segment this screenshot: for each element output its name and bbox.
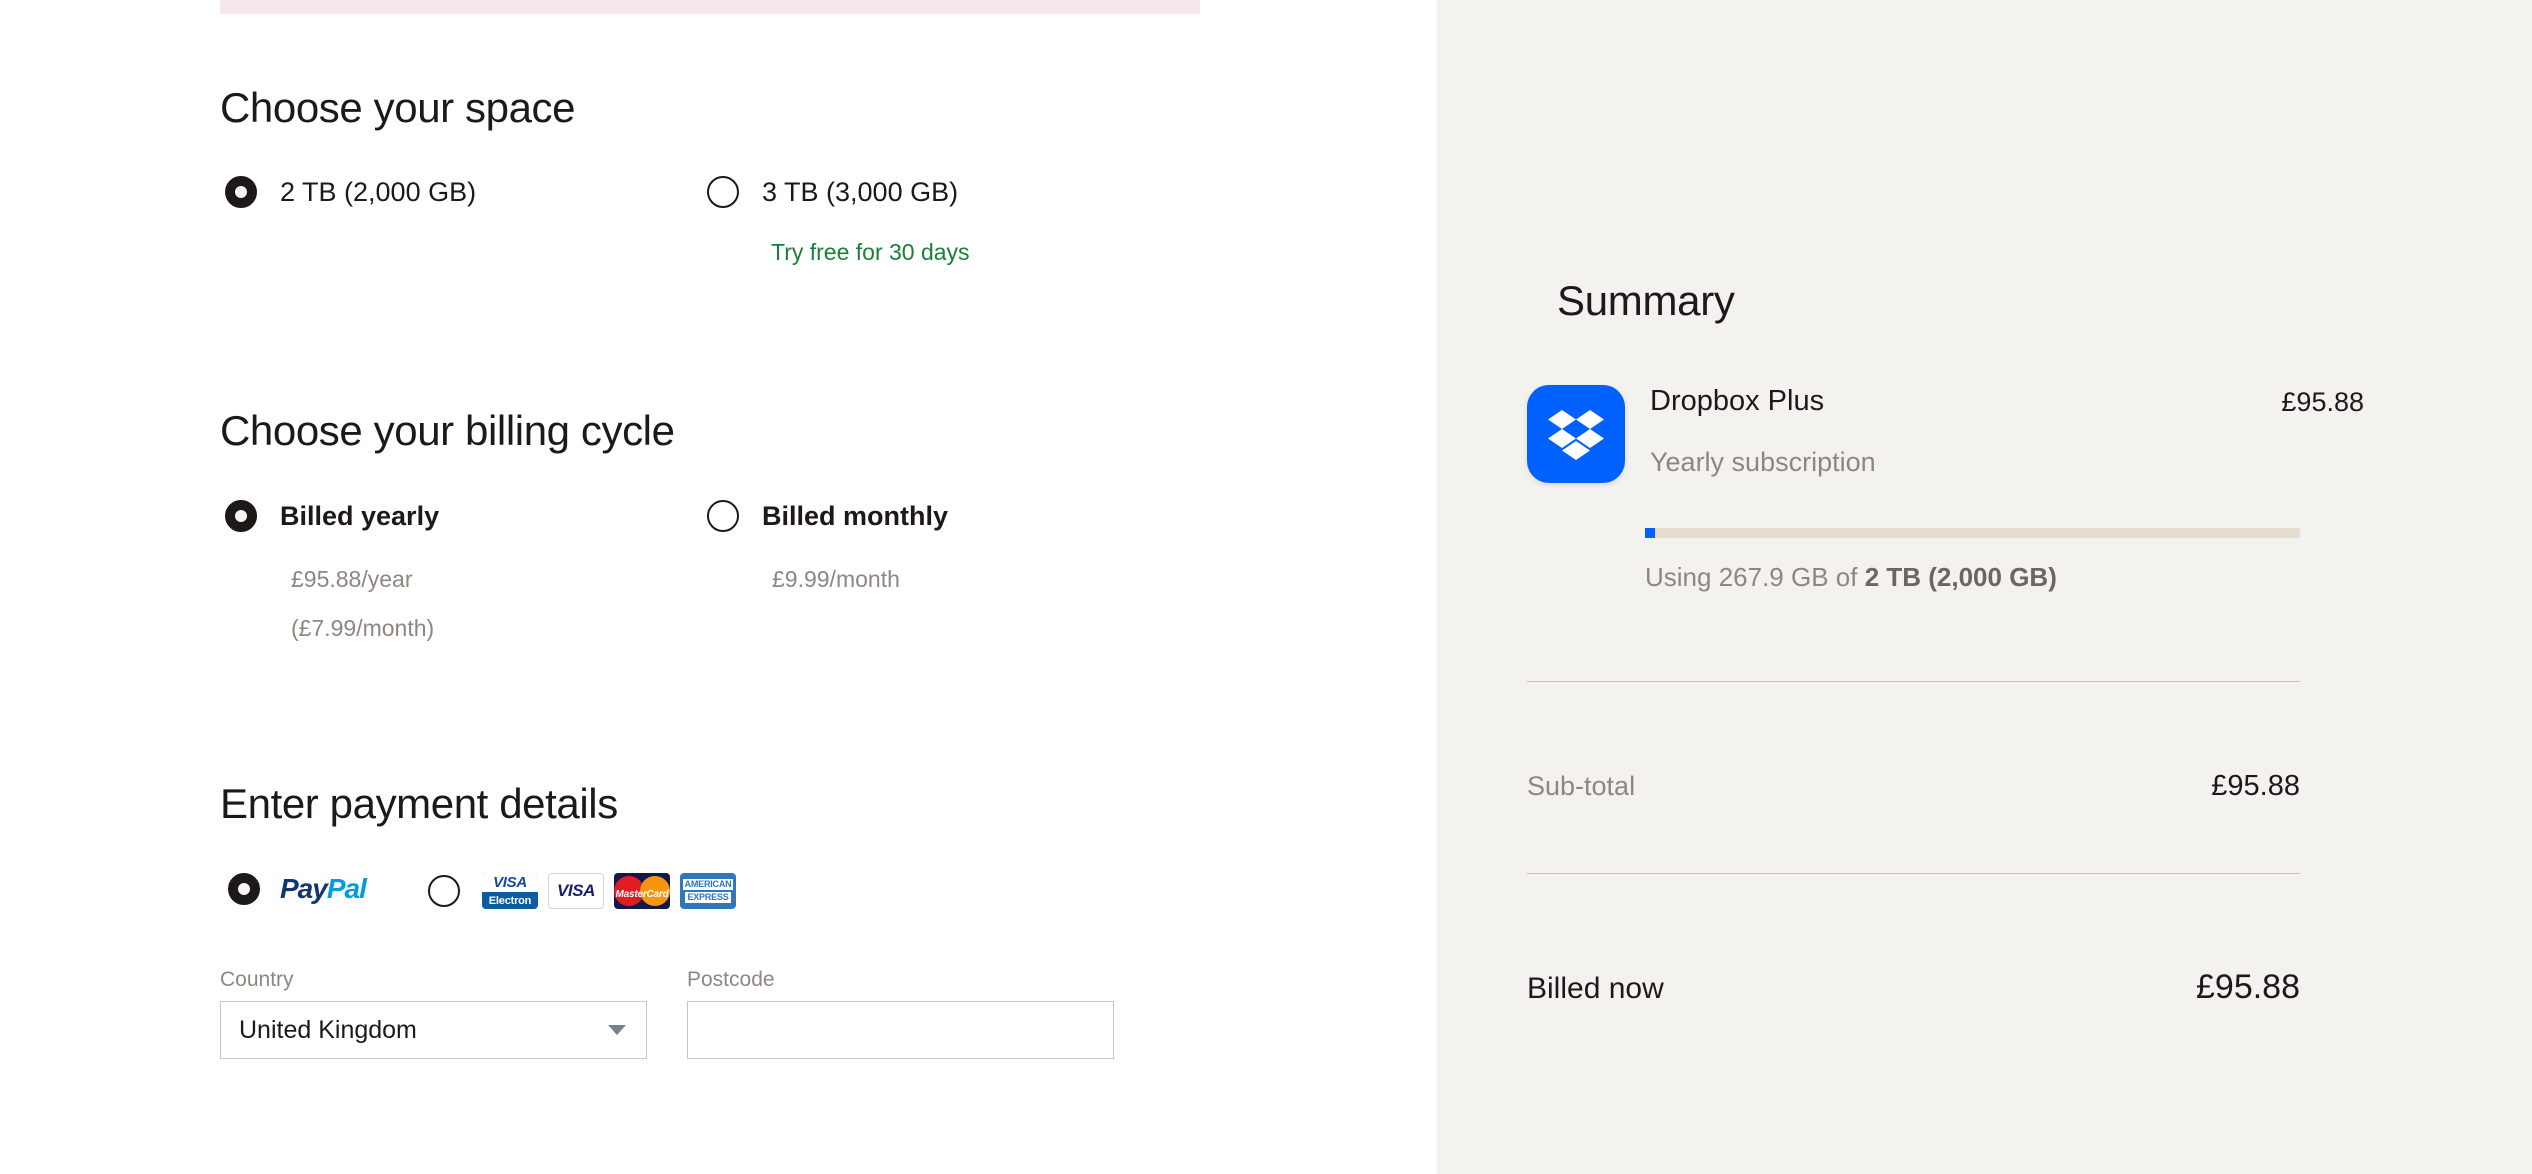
summary-row-billed-now-value: £95.88 [2196, 968, 2300, 1006]
summary-row-billed-now: Billed now £95.88 [1527, 968, 2300, 1007]
postcode-input-wrapper[interactable] [687, 1001, 1114, 1059]
radio-billed-yearly[interactable] [225, 500, 257, 532]
mastercard-icon-label: MasterCard [615, 889, 669, 900]
summary-divider-bottom [1527, 873, 2300, 874]
billing-section-title: Choose your billing cycle [220, 407, 675, 454]
visa-electron-icon: VISA Electron [482, 873, 538, 909]
payment-method-paypal[interactable]: PayPal [228, 873, 367, 905]
amex-icon-line2: EXPRESS [685, 892, 731, 903]
trial-note: Try free for 30 days [771, 239, 970, 265]
country-select[interactable]: United Kingdom [220, 1001, 647, 1059]
storage-usage-bar [1645, 528, 2300, 538]
radio-2tb[interactable] [225, 176, 257, 208]
plan-price: £95.88 [2281, 387, 2364, 417]
storage-usage-bar-fill [1645, 528, 1655, 538]
summary-divider-top [1527, 681, 2300, 682]
paypal-logo: PayPal [280, 873, 367, 905]
space-section-title: Choose your space [220, 84, 576, 131]
storage-usage-text-prefix: Using 267.9 GB of [1645, 562, 1865, 592]
billing-option-yearly[interactable]: Billed yearly [225, 500, 439, 532]
summary-title: Summary [1557, 277, 1735, 324]
payment-method-card[interactable]: VISA Electron VISA MasterCard AMERICAN E… [428, 873, 736, 909]
visa-icon-label: VISA [556, 881, 596, 900]
radio-billed-monthly[interactable] [707, 500, 739, 532]
summary-row-subtotal-value: £95.88 [2211, 770, 2300, 802]
summary-row-billed-now-label: Billed now [1527, 972, 1664, 1005]
card-logos: VISA Electron VISA MasterCard AMERICAN E… [482, 873, 736, 909]
paypal-logo-pal: Pal [326, 873, 367, 904]
storage-usage-text: Using 267.9 GB of 2 TB (2,000 GB) [1645, 562, 2057, 593]
country-field: Country United Kingdom [220, 968, 647, 1059]
summary-row-subtotal-label: Sub-total [1527, 771, 1636, 801]
amex-icon-line1: AMERICAN [682, 879, 734, 890]
country-field-label: Country [220, 968, 294, 991]
visa-icon: VISA [548, 873, 604, 909]
country-select-value: United Kingdom [239, 1015, 417, 1044]
billing-option-monthly-label: Billed monthly [762, 501, 949, 531]
billing-monthly-price: £9.99/month [772, 566, 900, 592]
progress-bar [220, 0, 1200, 14]
billing-option-yearly-label: Billed yearly [280, 501, 440, 531]
billing-yearly-price: £95.88/year [291, 566, 413, 592]
space-option-2tb-label: 2 TB (2,000 GB) [280, 177, 477, 207]
space-option-3tb-label: 3 TB (3,000 GB) [762, 177, 959, 207]
space-option-3tb[interactable]: 3 TB (3,000 GB) [707, 176, 958, 208]
checkout-page: Choose your space 2 TB (2,000 GB) 3 TB (… [0, 0, 2532, 1174]
postcode-field-label: Postcode [687, 968, 775, 991]
radio-paypal[interactable] [228, 873, 260, 905]
checkout-form-column: Choose your space 2 TB (2,000 GB) 3 TB (… [0, 0, 1437, 1174]
visa-electron-icon-line2: Electron [488, 894, 532, 907]
visa-electron-icon-line1: VISA [493, 874, 527, 891]
chevron-down-icon [608, 1025, 626, 1035]
billing-option-monthly[interactable]: Billed monthly [707, 500, 948, 532]
radio-3tb[interactable] [707, 176, 739, 208]
storage-usage-text-plan: 2 TB (2,000 GB) [1864, 562, 2057, 592]
dropbox-logo-icon [1527, 385, 1625, 483]
billing-yearly-price-monthly: (£7.99/month) [291, 615, 435, 641]
payment-section-title: Enter payment details [220, 780, 618, 827]
mastercard-icon: MasterCard [614, 873, 670, 909]
summary-row-subtotal: Sub-total £95.88 [1527, 770, 2300, 803]
plan-name: Dropbox Plus [1650, 385, 1825, 417]
radio-credit-card[interactable] [428, 875, 460, 907]
amex-icon: AMERICAN EXPRESS [680, 873, 736, 909]
postcode-field: Postcode [687, 968, 1114, 1059]
plan-subtitle: Yearly subscription [1650, 447, 1876, 477]
paypal-logo-pay: Pay [280, 873, 328, 904]
space-option-2tb[interactable]: 2 TB (2,000 GB) [225, 176, 476, 208]
